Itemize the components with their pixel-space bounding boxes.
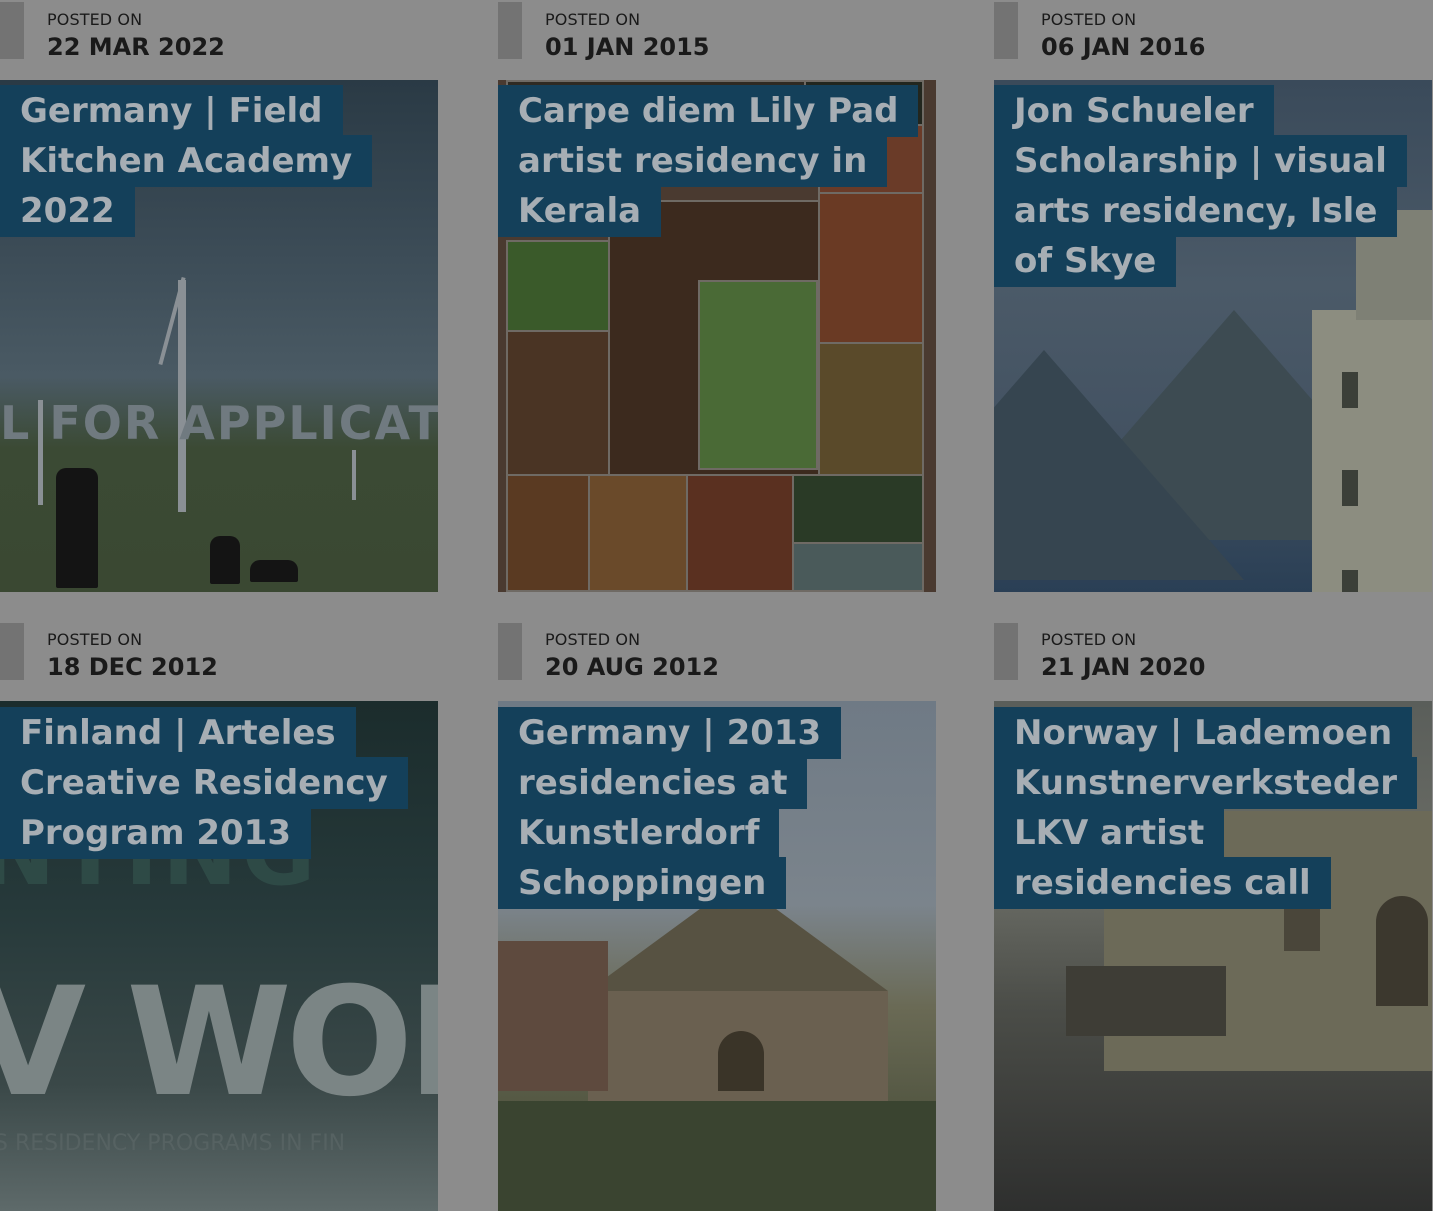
- post-card[interactable]: POSTED ON 20 AUG 2012 Germany | 2013 res…: [498, 621, 936, 1211]
- post-meta: POSTED ON 18 DEC 2012: [0, 621, 438, 701]
- meta-accent-bar: [994, 623, 1018, 680]
- meta-accent-bar: [498, 2, 522, 59]
- image-overlay-text: S RESIDENCY PROGRAMS IN FIN: [0, 1131, 346, 1156]
- posted-on-label: POSTED ON: [545, 10, 641, 29]
- post-meta: POSTED ON 06 JAN 2016: [994, 0, 1432, 80]
- post-meta: POSTED ON 21 JAN 2020: [994, 621, 1432, 701]
- post-card[interactable]: POSTED ON 06 JAN 2016 Jon Schueler Schol…: [994, 0, 1432, 592]
- meta-accent-bar: [0, 2, 24, 59]
- post-title[interactable]: Finland | Arteles Creative Residency Pro…: [0, 707, 420, 859]
- post-date: 22 MAR 2022: [47, 33, 225, 61]
- post-thumbnail[interactable]: Carpe diem Lily Pad artist residency in …: [498, 80, 936, 592]
- posted-on-label: POSTED ON: [545, 630, 641, 649]
- post-title[interactable]: Jon Schueler Scholarship | visual arts r…: [994, 85, 1414, 287]
- post-thumbnail[interactable]: Germany | 2013 residencies at Kunstlerdo…: [498, 701, 936, 1211]
- posted-on-label: POSTED ON: [1041, 10, 1137, 29]
- meta-accent-bar: [994, 2, 1018, 59]
- image-overlay-text: V WOR: [0, 956, 438, 1130]
- meta-accent-bar: [498, 623, 522, 680]
- post-title[interactable]: Germany | Field Kitchen Academy 2022: [0, 85, 420, 237]
- post-date: 20 AUG 2012: [545, 653, 719, 681]
- post-thumbnail[interactable]: Jon Schueler Scholarship | visual arts r…: [994, 80, 1432, 592]
- post-date: 01 JAN 2015: [545, 33, 710, 61]
- post-meta: POSTED ON 22 MAR 2022: [0, 0, 438, 80]
- post-thumbnail[interactable]: Norway | Lademoen Kunstnerverksteder LKV…: [994, 701, 1432, 1211]
- meta-accent-bar: [0, 623, 24, 680]
- post-meta: POSTED ON 20 AUG 2012: [498, 621, 936, 701]
- post-meta: POSTED ON 01 JAN 2015: [498, 0, 936, 80]
- image-overlay-text: L FOR APPLICATI: [0, 396, 438, 450]
- posted-on-label: POSTED ON: [47, 630, 143, 649]
- posted-on-label: POSTED ON: [47, 10, 143, 29]
- post-thumbnail[interactable]: L FOR APPLICATI Germany | Field Kitchen …: [0, 80, 438, 592]
- post-date: 21 JAN 2020: [1041, 653, 1206, 681]
- post-card[interactable]: POSTED ON 01 JAN 2015 Carpe diem Lily Pa…: [498, 0, 936, 592]
- post-card[interactable]: POSTED ON 21 JAN 2020 Norway | Lademoen …: [994, 621, 1432, 1211]
- post-date: 18 DEC 2012: [47, 653, 218, 681]
- post-card[interactable]: POSTED ON 22 MAR 2022 L FOR APPLICATI Ge…: [0, 0, 438, 592]
- posted-on-label: POSTED ON: [1041, 630, 1137, 649]
- post-title[interactable]: Norway | Lademoen Kunstnerverksteder LKV…: [994, 707, 1417, 909]
- post-thumbnail[interactable]: NTING V WOR S RESIDENCY PROGRAMS IN FIN …: [0, 701, 438, 1211]
- post-title[interactable]: Germany | 2013 residencies at Kunstlerdo…: [498, 707, 918, 909]
- post-date: 06 JAN 2016: [1041, 33, 1206, 61]
- post-title[interactable]: Carpe diem Lily Pad artist residency in …: [498, 85, 919, 237]
- post-card[interactable]: POSTED ON 18 DEC 2012 NTING V WOR S RESI…: [0, 621, 438, 1211]
